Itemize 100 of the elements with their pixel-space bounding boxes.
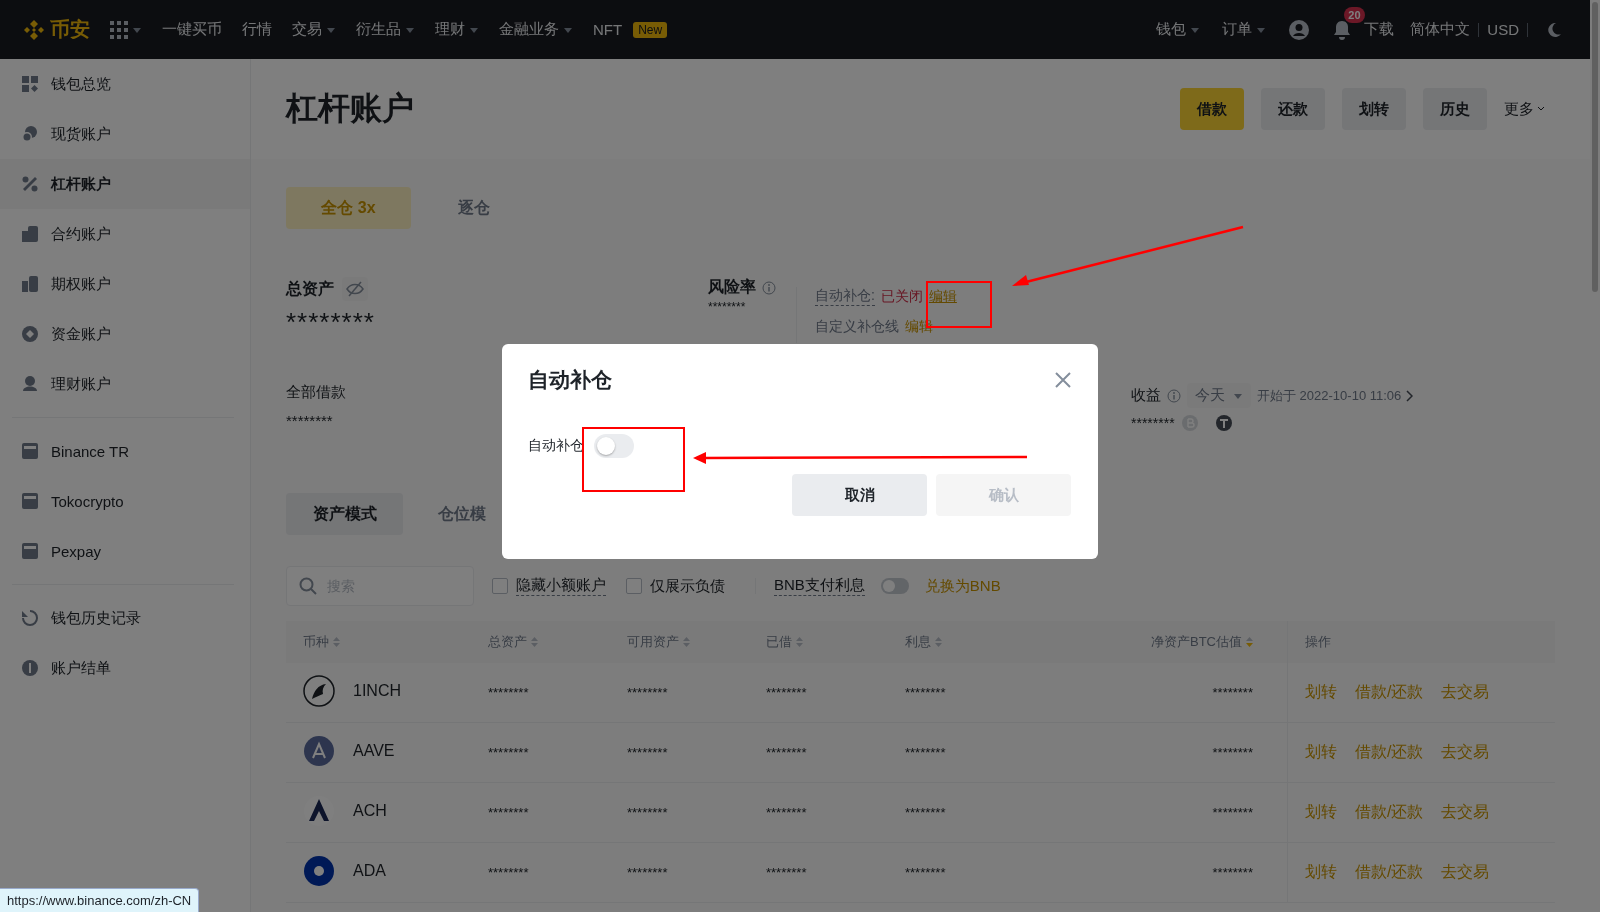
nav-link[interactable]: 下载 [1364, 20, 1395, 39]
sidebar-item[interactable]: Pexpay [0, 526, 250, 576]
column-header: 总资产 [488, 633, 527, 651]
nav-link[interactable]: 钱包 [1156, 20, 1187, 39]
checkbox-label: 仅展示负债 [650, 576, 725, 596]
currency-selector[interactable]: USD [1487, 21, 1519, 38]
stat-label: 风险率 [708, 277, 756, 297]
sidebar-item[interactable]: 合约账户 [0, 209, 250, 259]
checkbox-label: 隐藏小额账户 [516, 576, 606, 596]
table-cell: ******** [1212, 805, 1253, 820]
info-icon[interactable] [1167, 388, 1181, 403]
sort-icon[interactable] [935, 637, 942, 647]
table-cell: ******** [766, 685, 807, 700]
sort-icon[interactable] [531, 637, 538, 647]
sort-icon[interactable] [1246, 637, 1253, 647]
chevron-right-icon[interactable] [1405, 389, 1414, 402]
language-selector[interactable]: 简体中文 [1410, 20, 1471, 39]
view-tab[interactable]: 仓位模 [403, 493, 520, 535]
account-icon [21, 609, 39, 627]
sort-icon[interactable] [796, 637, 803, 647]
stat-value: ******** [286, 412, 334, 429]
dialog-button[interactable]: 取消 [792, 474, 927, 516]
nav-link[interactable]: 交易 [292, 20, 322, 39]
sidebar-item[interactable]: 账户结单 [0, 643, 250, 693]
notification-count: 20 [1344, 6, 1365, 23]
table-cell: ******** [766, 805, 807, 820]
coin-name: AAVE [353, 742, 395, 760]
coin-icon[interactable] [1214, 414, 1233, 432]
nav-link[interactable]: 金融业务 [499, 20, 559, 39]
table-cell: ******** [766, 745, 807, 760]
nav-link[interactable]: NFT [593, 21, 623, 38]
sidebar-item[interactable]: 资金账户 [0, 309, 250, 359]
action-button[interactable]: 历史 [1423, 88, 1487, 130]
mode-tab[interactable]: 逐仓 [411, 187, 536, 229]
account-icon [21, 275, 39, 293]
toggle-switch[interactable] [880, 578, 909, 594]
sidebar-item[interactable]: 期权账户 [0, 259, 250, 309]
action-button[interactable]: 借款 [1180, 88, 1244, 130]
search-icon [299, 577, 317, 595]
sidebar-item[interactable]: 现货账户 [0, 109, 250, 159]
coin-name: 1INCH [353, 682, 401, 700]
table-cell: ******** [627, 685, 668, 700]
view-tab[interactable]: 资产模式 [286, 493, 403, 535]
sidebar-item[interactable]: 杠杆账户 [0, 159, 250, 209]
action-button[interactable]: 划转 [1342, 88, 1406, 130]
user-icon[interactable] [1288, 18, 1311, 41]
sidebar-item[interactable]: 钱包历史记录 [0, 593, 250, 643]
nav-link[interactable]: 理财 [435, 20, 465, 39]
nav-link[interactable]: 一键买币 [162, 20, 222, 39]
account-icon [21, 375, 39, 393]
stat-label: 收益 [1131, 386, 1161, 405]
stat-label: 总资产 [286, 278, 334, 299]
nav-link[interactable]: 衍生品 [356, 20, 401, 39]
sidebar-item[interactable]: 理财账户 [0, 359, 250, 409]
toggle-switch[interactable] [594, 434, 634, 458]
scrollbar-thumb[interactable] [1592, 2, 1598, 292]
sort-icon[interactable] [333, 637, 340, 647]
setting-label: 自定义补仓线 [815, 318, 899, 336]
checkbox[interactable] [626, 578, 642, 594]
account-icon [21, 75, 39, 93]
nav-link[interactable]: 订单 [1222, 20, 1253, 39]
account-icon [21, 442, 39, 460]
sidebar-item[interactable]: Binance TR [0, 426, 250, 476]
coin-icon [303, 855, 335, 887]
more-menu[interactable]: 更多 [1504, 99, 1534, 119]
account-icon [21, 325, 39, 343]
logo-text[interactable]: 币安 [50, 16, 90, 43]
coin-name: ACH [353, 802, 387, 820]
info-icon[interactable] [762, 280, 776, 295]
account-icon [21, 225, 39, 243]
status-text: 已关闭 [880, 287, 923, 306]
table-cell: ******** [488, 865, 529, 880]
nav-link[interactable]: 行情 [242, 20, 272, 39]
account-icon [21, 175, 39, 193]
sidebar-item[interactable]: 钱包总览 [0, 59, 250, 109]
action-button[interactable]: 还款 [1261, 88, 1325, 130]
checkbox[interactable] [492, 578, 508, 594]
account-icon [21, 492, 39, 510]
moon-icon[interactable] [1546, 21, 1562, 38]
stat-value: ******** [286, 307, 376, 338]
toggle-label: BNB支付利息 [774, 576, 865, 596]
stat-value: ******** [1131, 415, 1175, 431]
close-icon[interactable] [1055, 372, 1071, 388]
stat-value: ******** [708, 300, 747, 314]
sort-icon[interactable] [683, 637, 690, 647]
table-cell: ******** [905, 685, 946, 700]
logo-icon[interactable] [22, 17, 46, 42]
table-cell: ******** [627, 805, 668, 820]
column-header: 可用资产 [627, 633, 679, 651]
table-cell: ******** [488, 745, 529, 760]
column-header: 操作 [1305, 633, 1331, 651]
column-header: 利息 [905, 633, 931, 651]
account-icon [21, 125, 39, 143]
start-time: 开始于 2022-10-10 11:06 [1257, 386, 1402, 405]
sidebar-item[interactable]: Tokocrypto [0, 476, 250, 526]
setting-label: 自动补仓: [815, 287, 875, 306]
bell-icon[interactable] [1332, 18, 1353, 41]
chevron-down-icon [1537, 105, 1545, 113]
apps-grid-icon[interactable] [110, 20, 128, 39]
coin-icon [303, 735, 335, 767]
